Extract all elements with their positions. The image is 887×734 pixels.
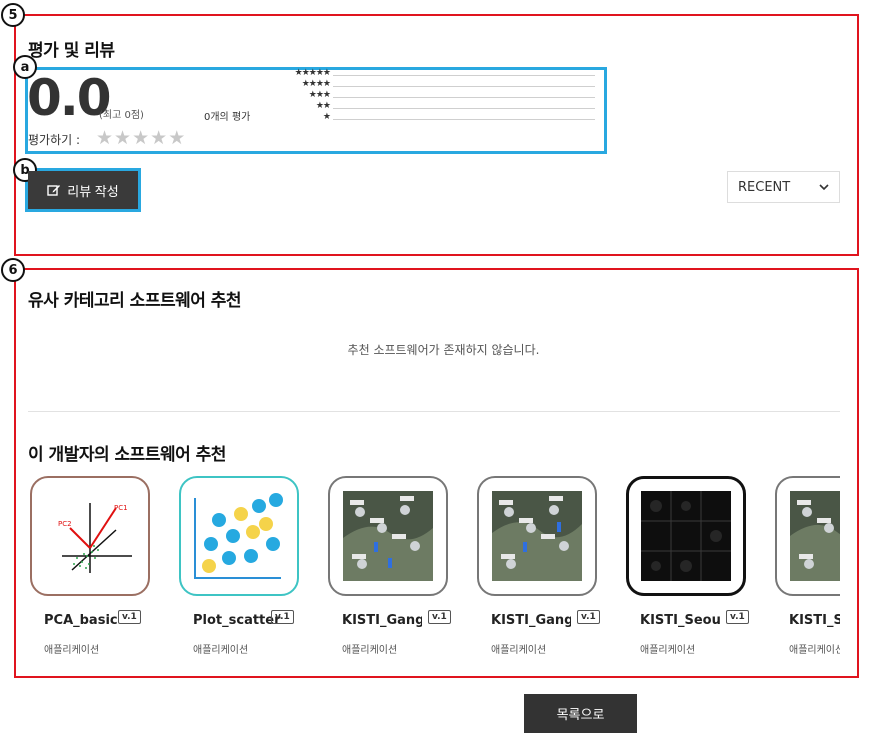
software-card[interactable]: PC1 PC2 PCA_basic v.1 애플리케이션 [28, 476, 158, 666]
software-card[interactable]: Plot_scatter v.1 애플리케이션 [177, 476, 307, 666]
pca-chart-icon: PC1 PC2 [58, 503, 132, 573]
card-name: Plot_scatter [193, 613, 281, 628]
weather-map-icon [343, 491, 433, 581]
pca-thumbnail[interactable]: PC1 PC2 [30, 476, 150, 596]
card-type: 애플리케이션 [491, 645, 547, 656]
version-badge: v.1 [577, 610, 600, 624]
weather-map-thumbnail[interactable] [477, 476, 597, 596]
card-type: 애플리케이션 [193, 645, 249, 656]
version-badge: v.1 [118, 610, 141, 624]
software-card[interactable]: KISTI_Gang… v.1 애플리케이션 [326, 476, 456, 666]
satellite-grid-icon [641, 491, 731, 581]
weather-map-thumbnail[interactable] [775, 476, 840, 596]
card-name: KISTI_Gang… [342, 613, 422, 628]
back-to-list-button[interactable]: 목록으로 [524, 694, 637, 733]
developer-cards: PC1 PC2 PCA_basic v.1 애플리케이션 Plot_scatte… [0, 0, 840, 734]
software-card[interactable]: KISTI_Seoul… v.1 애플리케이션 [624, 476, 754, 666]
version-badge: v.1 [726, 610, 749, 624]
card-type: 애플리케이션 [789, 645, 840, 656]
scatter-thumbnail[interactable] [179, 476, 299, 596]
version-badge: v.1 [428, 610, 451, 624]
card-type: 애플리케이션 [44, 645, 100, 656]
version-badge: v.1 [271, 610, 294, 624]
card-type: 애플리케이션 [640, 645, 696, 656]
weather-map-icon [492, 491, 582, 581]
card-type: 애플리케이션 [342, 645, 398, 656]
software-card[interactable]: KISTI_Seou 애플리케이션 [773, 476, 840, 666]
card-name: KISTI_Seou [789, 613, 840, 628]
card-name: KISTI_Seoul… [640, 613, 720, 628]
svg-text:PC1: PC1 [114, 504, 128, 512]
card-name: PCA_basic [44, 613, 118, 628]
scatter-chart-icon [194, 493, 283, 579]
weather-map-icon [790, 491, 840, 581]
card-name: KISTI_Gang… [491, 613, 571, 628]
weather-map-thumbnail[interactable] [328, 476, 448, 596]
software-card[interactable]: KISTI_Gang… v.1 애플리케이션 [475, 476, 605, 666]
seoul-grid-thumbnail[interactable] [626, 476, 746, 596]
svg-text:PC2: PC2 [58, 520, 72, 528]
